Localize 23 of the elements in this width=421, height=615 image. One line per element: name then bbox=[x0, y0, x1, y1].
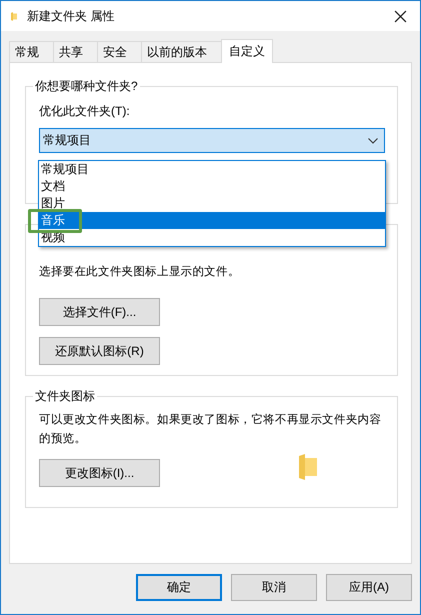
field-label: 优化此文件夹(T): bbox=[39, 103, 131, 120]
folder-icon bbox=[11, 12, 17, 20]
group-title: 文件夹图标 bbox=[33, 388, 97, 405]
dropdown[interactable]: 常规项目 bbox=[39, 128, 385, 153]
action-button[interactable]: 还原默认图标(R) bbox=[39, 337, 160, 365]
tab[interactable]: 自定义 bbox=[221, 39, 273, 63]
action-button[interactable]: 更改图标(I)... bbox=[39, 459, 160, 487]
dialog-button[interactable]: 取消 bbox=[231, 574, 317, 601]
chevron-icon bbox=[368, 138, 378, 144]
description: 选择要在此文件夹图标上显示的文件。 bbox=[39, 264, 241, 280]
list-option[interactable]: 图片 bbox=[39, 195, 385, 212]
group-title: 你想要哪种文件夹? bbox=[33, 78, 140, 95]
window-title: 新建文件夹 属性 bbox=[27, 8, 116, 24]
close-icon bbox=[394, 10, 406, 22]
description: 可以更改文件夹图标。如果更改了图标，它将不再显示文件夹内容的预览。 bbox=[39, 412, 382, 447]
tab[interactable]: 常规 bbox=[9, 41, 54, 62]
dialog-button[interactable]: 确定 bbox=[136, 574, 222, 601]
list-option[interactable]: 常规项目 bbox=[39, 161, 385, 178]
dialog-button[interactable]: 应用(A) bbox=[326, 574, 412, 601]
action-button[interactable]: 选择文件(F)... bbox=[39, 298, 160, 326]
list-option[interactable]: 文档 bbox=[39, 178, 385, 195]
folder-icon bbox=[299, 454, 317, 480]
list-option[interactable]: 音乐 bbox=[39, 212, 385, 229]
